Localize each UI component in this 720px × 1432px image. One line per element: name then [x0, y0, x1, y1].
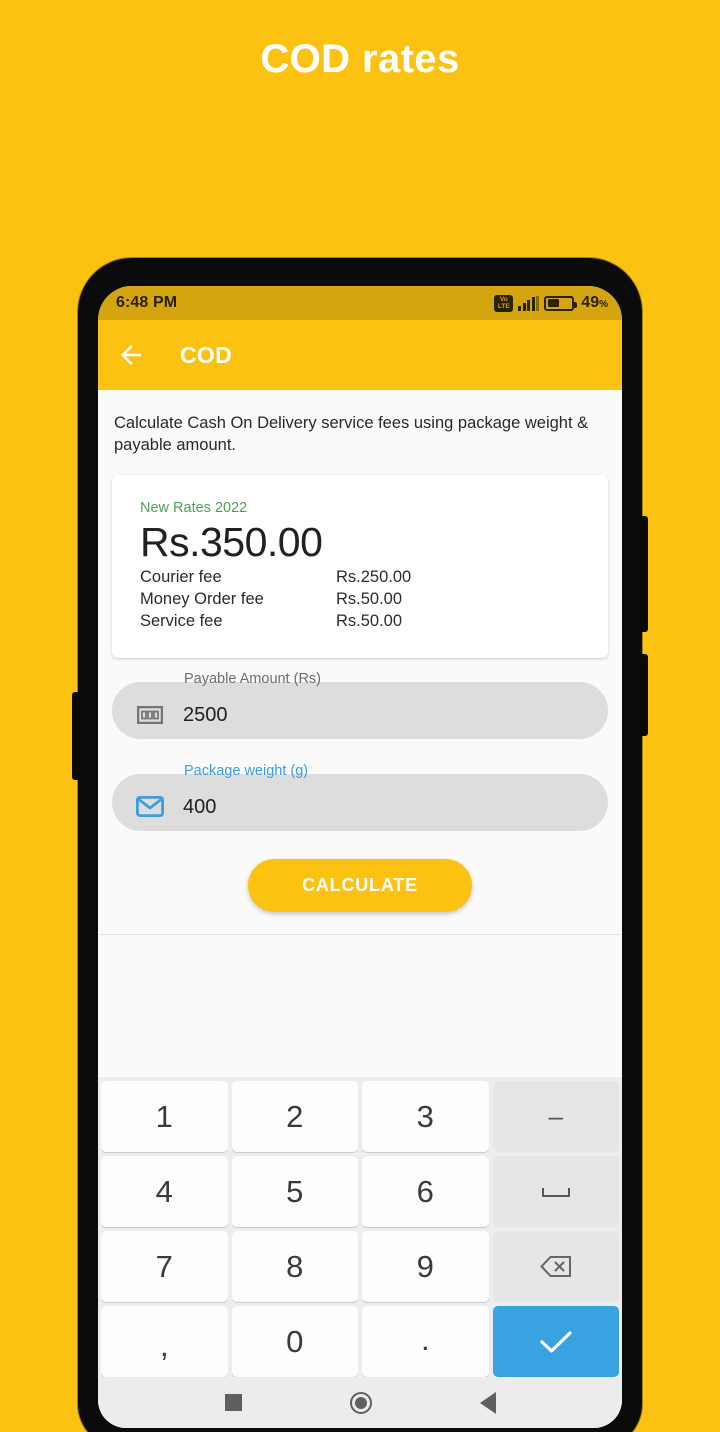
signal-bars-icon	[518, 295, 540, 311]
envelope-icon	[135, 788, 165, 818]
android-nav-bar	[98, 1377, 622, 1428]
key-4[interactable]: 4	[101, 1156, 228, 1227]
package-weight-field[interactable]: Package weight (g) 400	[112, 761, 608, 831]
key-2[interactable]: 2	[231, 1081, 358, 1152]
status-bar: 6:48 PM Vo LTE 49%	[98, 286, 622, 320]
calculate-button-wrap: CALCULATE	[98, 859, 622, 912]
key-space[interactable]	[492, 1156, 619, 1227]
status-bar-icons: Vo LTE 49%	[494, 294, 608, 312]
fee-value: Rs.50.00	[336, 590, 403, 608]
phone-screen: 6:48 PM Vo LTE 49% COD Calculate Cash On …	[98, 286, 622, 1428]
fee-value: Rs.50.00	[336, 612, 403, 630]
page-title: COD rates	[260, 37, 460, 81]
volte-icon: Vo LTE	[494, 294, 514, 312]
app-bar: COD	[98, 320, 622, 390]
key-3[interactable]: 3	[362, 1081, 489, 1152]
recents-square-icon[interactable]	[224, 1394, 242, 1411]
fee-value: Rs.250.00	[336, 568, 412, 586]
rate-summary-card: New Rates 2022 Rs.350.00 Courier fee Rs.…	[112, 475, 608, 658]
fee-row: Money Order fee Rs.50.00	[140, 588, 580, 610]
backspace-icon	[539, 1256, 571, 1277]
phone-volume-button[interactable]	[639, 516, 648, 632]
keyboard-row: 1 2 3 –	[101, 1081, 619, 1152]
rates-badge: New Rates 2022	[140, 500, 248, 516]
space-bar-icon	[541, 1187, 570, 1197]
phone-left-button[interactable]	[72, 692, 81, 780]
key-backspace[interactable]	[492, 1231, 619, 1302]
keyboard-row: , 0 .	[101, 1306, 619, 1377]
arrow-left-icon[interactable]	[116, 340, 146, 370]
key-6[interactable]: 6	[362, 1156, 489, 1227]
fee-row: Courier fee Rs.250.00	[140, 566, 580, 588]
payable-amount-label: Payable Amount (Rs)	[184, 671, 322, 687]
battery-percent-label: 49%	[581, 294, 608, 312]
main-content: Calculate Cash On Delivery service fees …	[98, 390, 622, 1060]
key-period[interactable]: .	[362, 1306, 489, 1377]
status-bar-clock: 6:48 PM	[116, 294, 178, 311]
phone-power-button[interactable]	[639, 654, 648, 736]
key-0[interactable]: 0	[231, 1306, 358, 1377]
fee-label: Money Order fee	[140, 590, 264, 608]
payable-amount-value[interactable]: 2500	[183, 695, 228, 727]
key-8[interactable]: 8	[231, 1231, 358, 1302]
total-amount: Rs.350.00	[140, 519, 323, 565]
banknote-icon	[135, 696, 165, 726]
payable-amount-field[interactable]: Payable Amount (Rs) 2500	[112, 669, 608, 739]
content-divider	[98, 934, 622, 935]
key-minus[interactable]: –	[492, 1081, 619, 1152]
battery-percent-value: 49	[581, 294, 600, 311]
back-triangle-icon[interactable]	[479, 1391, 496, 1414]
key-9[interactable]: 9	[362, 1231, 489, 1302]
keyboard-row: 4 5 6	[101, 1156, 619, 1227]
key-7[interactable]: 7	[101, 1231, 228, 1302]
battery-icon	[544, 295, 578, 311]
fee-label: Service fee	[140, 612, 223, 630]
key-comma[interactable]: ,	[101, 1306, 228, 1377]
key-5[interactable]: 5	[231, 1156, 358, 1227]
keyboard-row: 7 8 9	[101, 1231, 619, 1302]
battery-percent-symbol: %	[599, 299, 608, 310]
numeric-keyboard: 1 2 3 – 4 5 6 7 8 9 , 0 .	[98, 1077, 622, 1377]
intro-description: Calculate Cash On Delivery service fees …	[114, 414, 589, 454]
package-weight-value[interactable]: 400	[183, 787, 216, 819]
app-bar-title: COD	[180, 341, 233, 368]
fee-row: Service fee Rs.50.00	[140, 610, 580, 632]
home-circle-icon[interactable]	[349, 1391, 372, 1414]
package-weight-label: Package weight (g)	[184, 763, 309, 779]
fee-label: Courier fee	[140, 568, 222, 586]
phone-frame: 6:48 PM Vo LTE 49% COD Calculate Cash On …	[72, 258, 648, 1432]
key-done[interactable]	[492, 1306, 619, 1377]
calculate-button[interactable]: CALCULATE	[248, 859, 472, 912]
key-1[interactable]: 1	[101, 1081, 228, 1152]
checkmark-icon	[540, 1330, 572, 1353]
